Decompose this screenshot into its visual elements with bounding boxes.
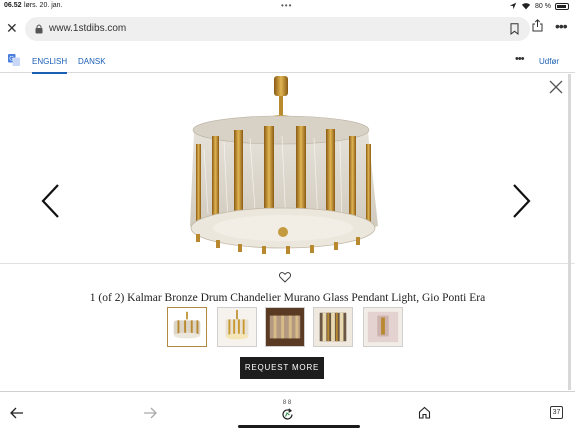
thumbnail-image — [364, 308, 402, 346]
product-main-image[interactable] — [186, 74, 386, 259]
request-more-button[interactable]: REQUEST MORE — [240, 357, 324, 379]
thumbnail-3[interactable] — [265, 307, 305, 347]
thumbnail-image — [168, 308, 206, 346]
content-divider — [0, 391, 575, 392]
url-text: www.1stdibs.com — [49, 23, 127, 34]
browser-address-bar: ✕ www.1stdibs.com ••• — [0, 13, 575, 45]
more-icon[interactable]: ••• — [555, 19, 568, 33]
scrollbar[interactable] — [568, 74, 571, 390]
product-title: 1 (of 2) Kalmar Bronze Drum Chandelier M… — [89, 292, 486, 304]
multitask-dots[interactable]: ••• — [281, 1, 292, 10]
tabs-button[interactable]: 37 — [550, 406, 563, 419]
lock-icon — [35, 24, 43, 34]
translate-done-button[interactable]: Udfør — [539, 57, 559, 66]
translate-bar: G ENGLISH DANSK ••• Udfør — [0, 50, 575, 74]
thumbnail-image — [266, 308, 304, 346]
tab-english[interactable]: ENGLISH — [32, 57, 68, 74]
thumbnail-4[interactable] — [313, 307, 353, 347]
thumbnail-1[interactable] — [167, 307, 207, 347]
thumbnail-2[interactable] — [217, 307, 257, 347]
tab-dansk[interactable]: DANSK — [78, 57, 106, 66]
forward-arrow-icon[interactable] — [143, 407, 157, 419]
translate-icon: G — [8, 54, 20, 66]
wifi-icon — [521, 3, 531, 10]
location-icon — [509, 2, 517, 10]
url-field[interactable]: www.1stdibs.com — [25, 17, 530, 41]
translate-more-icon[interactable]: ••• — [515, 53, 525, 65]
heart-icon[interactable] — [279, 272, 291, 283]
status-date: lørs. 20. jan. — [24, 2, 63, 9]
back-arrow-icon[interactable] — [10, 407, 24, 419]
browser-toolbar: 8 8 37 — [0, 397, 575, 431]
thumbnail-5[interactable] — [363, 307, 403, 347]
reload-icon[interactable] — [281, 408, 294, 421]
svg-text:G: G — [9, 57, 14, 63]
thumbnail-image — [314, 308, 352, 346]
status-bar: 06.52 lørs. 20. jan. ••• 80 % — [0, 0, 575, 12]
thumbnail-image — [218, 308, 256, 346]
gallery-divider — [0, 263, 575, 264]
status-time: 06.52 — [4, 2, 22, 9]
browser-page: 06.52 lørs. 20. jan. ••• 80 % ✕ www.1std… — [0, 0, 575, 431]
home-icon[interactable] — [418, 406, 431, 419]
battery-percentage: 80 % — [535, 2, 551, 10]
close-icon[interactable]: ✕ — [6, 21, 18, 35]
tab-indicator: 8 8 — [282, 400, 292, 406]
chevron-right-icon[interactable] — [510, 183, 532, 219]
close-icon[interactable] — [549, 80, 563, 94]
home-indicator — [238, 425, 360, 428]
battery-icon — [555, 2, 569, 10]
chevron-left-icon[interactable] — [40, 183, 62, 219]
share-icon[interactable] — [532, 19, 543, 32]
bookmark-icon[interactable] — [510, 23, 519, 35]
status-indicators: 80 % — [509, 2, 569, 10]
